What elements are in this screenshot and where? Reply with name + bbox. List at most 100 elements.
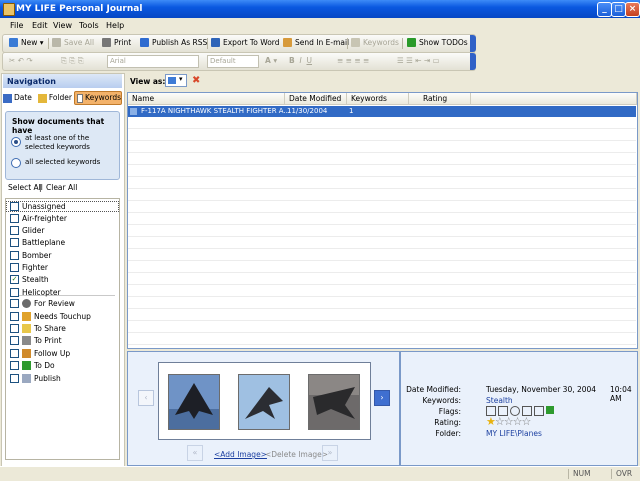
select-all-link[interactable]: Select All: [8, 183, 43, 192]
size-combo[interactable]: Default: [207, 55, 259, 68]
keyword-checkbox[interactable]: [10, 349, 19, 358]
menu-edit[interactable]: Edit: [32, 21, 48, 30]
keyword-item-fighter[interactable]: Fighter: [10, 262, 48, 273]
add-image-link[interactable]: <Add Image>: [214, 450, 267, 459]
toolbar-overflow[interactable]: [470, 53, 476, 70]
green-arrow-icon: [22, 361, 31, 370]
export-word-button[interactable]: Export To Word: [211, 38, 280, 47]
image-thumbnail[interactable]: [308, 374, 360, 430]
keyword-checkbox[interactable]: [10, 288, 19, 297]
keyword-checkbox[interactable]: [10, 299, 19, 308]
keyword-checkbox[interactable]: [10, 226, 19, 235]
stealth-jet-photo: [239, 375, 289, 429]
prev-image-button[interactable]: ‹: [138, 390, 154, 406]
document-icon: [130, 108, 137, 115]
next-image-button[interactable]: ›: [374, 390, 390, 406]
date-modified-label: Date Modified:: [406, 385, 461, 394]
cut-icon[interactable]: ✂ ↶ ↷: [9, 56, 33, 65]
keywords-button[interactable]: Keywords: [351, 38, 399, 47]
keyword-item-air-freighter[interactable]: Air-freighter: [10, 213, 67, 224]
table-row[interactable]: F-117A NIGHTHAWK STEALTH FIGHTER A... 11…: [128, 106, 636, 117]
keyword-item-stealth[interactable]: ✓ Stealth: [10, 274, 49, 285]
star-filled-icon[interactable]: ★: [486, 415, 496, 428]
column-header-date-modified[interactable]: Date Modified: [285, 93, 347, 105]
new-button[interactable]: New ▾: [9, 38, 44, 47]
toolbar-overflow[interactable]: [470, 35, 476, 52]
follow-up-flag-icon[interactable]: [534, 406, 544, 416]
toolbar-separator: [402, 38, 403, 49]
keyword-item-helicopter[interactable]: Helicopter: [10, 287, 61, 298]
maximize-button[interactable]: □: [611, 2, 626, 17]
follow-up-pencil-icon: [22, 349, 31, 358]
star-empty-icon[interactable]: ☆: [522, 415, 532, 428]
menu-tools[interactable]: Tools: [79, 21, 99, 30]
menu-help[interactable]: Help: [106, 21, 124, 30]
column-header-rating[interactable]: Rating: [409, 93, 471, 105]
keywords-label: Keywords:: [422, 396, 461, 405]
folder-value[interactable]: MY LIFE\Planes: [486, 429, 542, 438]
column-header-name[interactable]: Name: [128, 93, 285, 105]
radio-all-keywords[interactable]: [11, 158, 21, 168]
keyword-item-follow-up[interactable]: Follow Up: [10, 348, 70, 359]
menu-view[interactable]: View: [53, 21, 72, 30]
tab-folder[interactable]: Folder: [38, 91, 72, 105]
column-header-keywords[interactable]: Keywords: [347, 93, 409, 105]
bold-icon[interactable]: B I U: [289, 56, 312, 65]
todo-flag-icon[interactable]: [546, 406, 554, 414]
align-icons[interactable]: ≡ ≡ ≡ ≡: [337, 56, 369, 65]
print-button[interactable]: Print: [102, 38, 131, 47]
keyword-item-needs-touchup[interactable]: Needs Touchup: [10, 311, 91, 322]
delete-icon[interactable]: ✖: [192, 75, 200, 86]
minimize-button[interactable]: _: [597, 2, 612, 17]
star-empty-icon[interactable]: ☆: [513, 415, 523, 428]
keywords-value[interactable]: Stealth: [486, 396, 513, 405]
keyword-item-bomber[interactable]: Bomber: [10, 250, 52, 261]
keyword-tag-icon: [77, 93, 84, 103]
keyword-item-battleplane[interactable]: Battleplane: [10, 237, 65, 248]
show-todos-button[interactable]: Show TODOs: [407, 38, 468, 47]
keyword-item-publish[interactable]: Publish: [10, 373, 61, 384]
clear-all-link[interactable]: Clear All: [46, 183, 77, 192]
tab-date[interactable]: Date: [3, 91, 37, 105]
menu-file[interactable]: File: [10, 21, 23, 30]
close-button[interactable]: ×: [625, 2, 640, 17]
keyword-checkbox[interactable]: [10, 238, 19, 247]
last-image-button[interactable]: »: [322, 445, 338, 461]
view-mode-dropdown[interactable]: ▾: [165, 74, 187, 87]
tab-keywords[interactable]: Keywords: [74, 91, 122, 105]
save-all-button[interactable]: Save All: [52, 38, 94, 47]
list-icons[interactable]: ☰ ☰ ⇤ ⇥ ▭: [397, 56, 440, 65]
keyword-item-to-do[interactable]: To Do: [10, 360, 55, 371]
image-thumbnail[interactable]: [168, 374, 220, 430]
keyword-item-to-share[interactable]: To Share: [10, 323, 66, 334]
keyword-checkbox[interactable]: [10, 324, 19, 333]
keyword-checkbox[interactable]: [10, 361, 19, 370]
font-combo[interactable]: Arial: [107, 55, 199, 68]
image-thumbnail[interactable]: [238, 374, 290, 430]
keyword-checkbox[interactable]: [10, 214, 19, 223]
radio-any-keyword[interactable]: [11, 137, 21, 147]
keyword-checkbox-checked[interactable]: ✓: [10, 275, 19, 284]
keyword-checkbox[interactable]: [10, 374, 19, 383]
star-empty-icon[interactable]: ☆: [504, 415, 514, 428]
paste-icon[interactable]: ⎘ ⎘ ⎘: [61, 56, 84, 66]
keyword-item-for-review[interactable]: For Review: [10, 298, 75, 309]
keyword-checkbox[interactable]: [10, 251, 19, 260]
printer-icon: [22, 336, 31, 345]
keyword-item-glider[interactable]: Glider: [10, 225, 44, 236]
keyword-checkbox[interactable]: [10, 202, 19, 211]
send-email-button[interactable]: Send In E-mail: [283, 38, 349, 47]
word-icon: [211, 38, 220, 47]
keyword-checkbox[interactable]: [10, 312, 19, 321]
keyword-item-unassigned[interactable]: Unassigned: [10, 201, 66, 212]
pencil-icon: [22, 312, 31, 321]
first-image-button[interactable]: «: [187, 445, 203, 461]
font-color-icon[interactable]: A ▾: [265, 56, 277, 65]
keyword-checkbox[interactable]: [10, 336, 19, 345]
publish-rss-button[interactable]: Publish As RSS: [140, 38, 207, 47]
rating-stars[interactable]: ★☆☆☆☆: [486, 415, 532, 428]
delete-image-link[interactable]: <Delete Image>: [265, 450, 328, 459]
keyword-item-to-print[interactable]: To Print: [10, 335, 62, 346]
star-empty-icon[interactable]: ☆: [495, 415, 505, 428]
keyword-checkbox[interactable]: [10, 263, 19, 272]
